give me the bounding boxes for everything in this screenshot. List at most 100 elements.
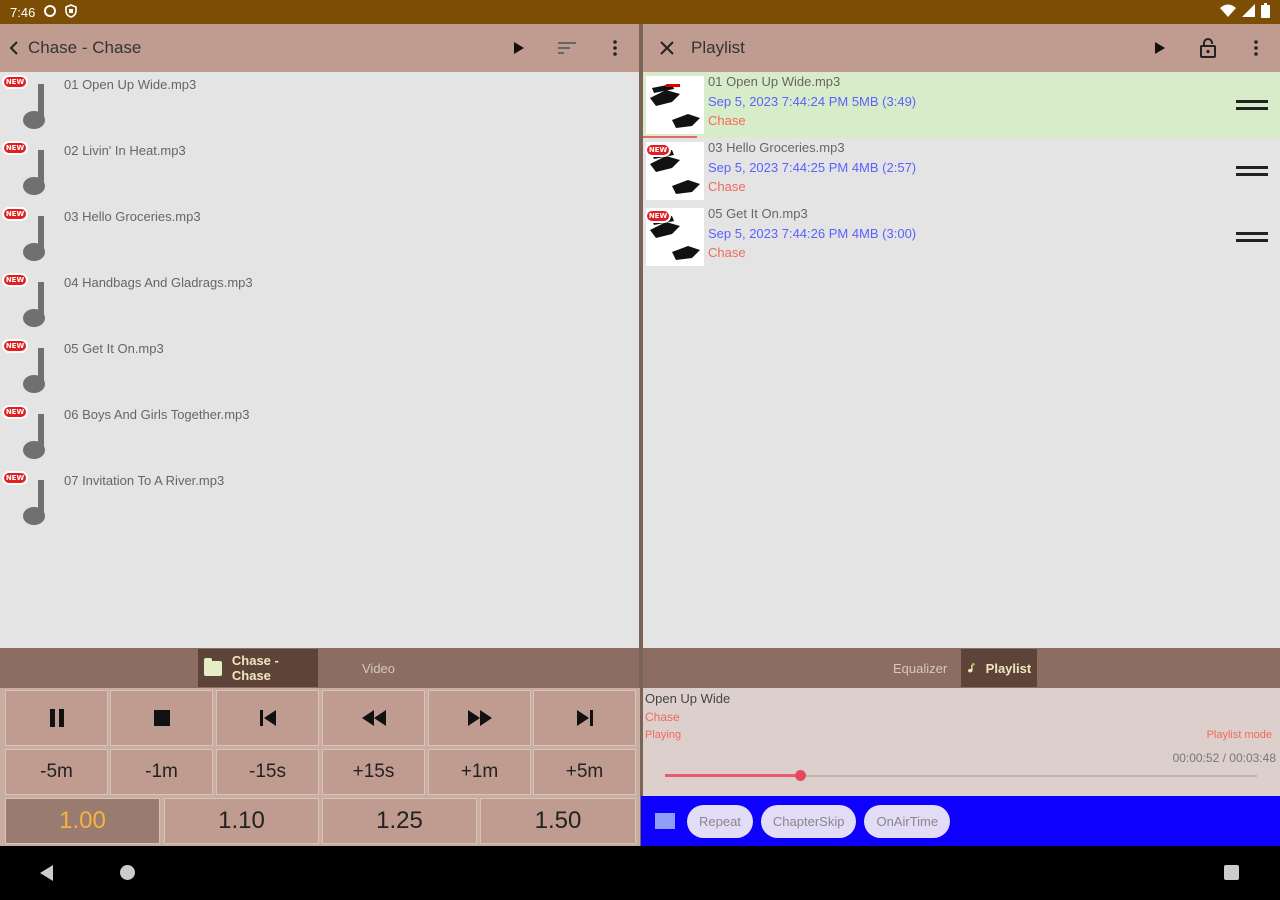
nav-home-icon[interactable]	[120, 865, 135, 880]
list-item[interactable]: NEW 04 Handbags And Gladrags.mp3	[0, 270, 639, 336]
track-name: 05 Get It On.mp3	[64, 341, 164, 356]
tab-label: Equalizer	[893, 660, 948, 676]
playlist-item-current[interactable]: 01 Open Up Wide.mp3 Sep 5, 2023 7:44:24 …	[643, 72, 1280, 138]
music-note-icon	[23, 414, 45, 459]
playlist-track-name: 05 Get It On.mp3	[708, 206, 808, 221]
play-all-button[interactable]	[495, 24, 543, 72]
nav-recents-icon[interactable]	[1224, 865, 1239, 880]
playlist-track-name: 01 Open Up Wide.mp3	[708, 74, 841, 89]
sync-icon	[43, 4, 57, 21]
status-time: 7:46	[10, 4, 36, 20]
tab-playlist[interactable]: Playlist	[961, 649, 1038, 687]
status-bar: 7:46	[0, 0, 1280, 24]
close-icon[interactable]	[643, 24, 691, 72]
music-note-icon	[23, 84, 45, 129]
skip-back-5m-button[interactable]: -5m	[5, 749, 108, 795]
signal-icon	[1242, 4, 1255, 20]
playlist-track-meta: Sep 5, 2023 7:44:26 PM 4MB (3:00)	[708, 226, 917, 241]
toggle-square-icon[interactable]	[655, 813, 675, 829]
playlist-track-meta: Sep 5, 2023 7:44:25 PM 4MB (2:57)	[708, 160, 917, 175]
folder-title: Chase - Chase	[28, 38, 142, 57]
more-vert-icon[interactable]	[1232, 24, 1280, 72]
time-readout: 00:00:52 / 00:03:48	[1172, 751, 1276, 765]
drag-handle-icon[interactable]	[1236, 232, 1268, 244]
new-badge: NEW	[645, 143, 671, 157]
tab-video[interactable]: Video	[356, 649, 401, 687]
playlist-track-artist: Chase	[708, 245, 746, 260]
left-tab-strip: Chase - Chase Video	[0, 648, 639, 688]
skip-forward-1m-button[interactable]: +1m	[428, 749, 531, 795]
sort-button[interactable]	[543, 24, 591, 72]
chapterskip-chip[interactable]: ChapterSkip	[760, 804, 857, 838]
track-name: 02 Livin' In Heat.mp3	[64, 143, 186, 158]
onairtime-chip[interactable]: OnAirTime	[864, 804, 951, 838]
pause-button[interactable]	[5, 690, 108, 746]
battery-icon	[1261, 3, 1270, 21]
back-arrow-icon[interactable]	[0, 24, 28, 72]
speed-button[interactable]: 1.25	[322, 798, 477, 844]
fast-forward-button[interactable]	[428, 690, 531, 746]
speed-button-active[interactable]: 1.00	[5, 798, 160, 844]
folder-toolbar: Chase - Chase	[0, 24, 639, 72]
skip-forward-5m-button[interactable]: +5m	[533, 749, 636, 795]
tab-label: Chase - Chase	[231, 653, 279, 683]
skip-forward-15s-button[interactable]: +15s	[322, 749, 425, 795]
now-playing-title: Open Up Wide	[645, 691, 731, 706]
playlist-item[interactable]: NEW 05 Get It On.mp3 Sep 5, 2023 7:44:26…	[643, 204, 1280, 270]
playlist-pane: Playlist 01 Open Up Wide.mp3 Sep 5, 2023…	[643, 24, 1280, 688]
play-icon	[514, 42, 524, 54]
sort-icon	[558, 42, 576, 54]
playback-status: Playing	[645, 729, 682, 741]
playlist-title: Playlist	[691, 38, 745, 57]
list-item[interactable]: NEW 03 Hello Groceries.mp3	[0, 204, 639, 270]
stop-icon	[153, 710, 170, 726]
speed-button[interactable]: 1.50	[480, 798, 636, 844]
lock-button[interactable]	[1184, 24, 1232, 72]
system-nav-bar	[0, 846, 1280, 900]
tab-label: Playlist	[985, 660, 1032, 676]
stop-button[interactable]	[110, 690, 213, 746]
rewind-icon	[361, 710, 386, 726]
music-note-icon	[23, 282, 45, 327]
list-item[interactable]: NEW 07 Invitation To A River.mp3	[0, 468, 639, 534]
rewind-button[interactable]	[322, 690, 425, 746]
folder-icon	[204, 657, 222, 676]
tab-folder[interactable]: Chase - Chase	[198, 649, 318, 687]
playlist-track-artist: Chase	[708, 113, 746, 128]
fast-forward-icon	[467, 710, 492, 726]
next-button[interactable]	[533, 690, 636, 746]
playlist-item[interactable]: NEW 03 Hello Groceries.mp3 Sep 5, 2023 7…	[643, 138, 1280, 204]
tab-equalizer[interactable]: Equalizer	[887, 649, 953, 687]
speed-button[interactable]: 1.10	[164, 798, 319, 844]
track-name: 03 Hello Groceries.mp3	[64, 209, 201, 224]
playlist-toolbar: Playlist	[643, 24, 1280, 72]
list-item[interactable]: NEW 02 Livin' In Heat.mp3	[0, 138, 639, 204]
new-badge: NEW	[2, 75, 28, 89]
lock-open-icon	[1200, 38, 1216, 58]
list-item[interactable]: NEW 06 Boys And Girls Together.mp3	[0, 402, 639, 468]
seek-thumb[interactable]	[795, 770, 806, 781]
play-icon	[1155, 42, 1165, 54]
playlist-track-name: 03 Hello Groceries.mp3	[708, 140, 845, 155]
skip-back-1m-button[interactable]: -1m	[110, 749, 213, 795]
playlist-track-artist: Chase	[708, 179, 746, 194]
nav-back-icon[interactable]	[40, 865, 53, 881]
list-item[interactable]: NEW 05 Get It On.mp3	[0, 336, 639, 402]
track-list: NEW 01 Open Up Wide.mp3 NEW 02 Livin' In…	[0, 72, 639, 534]
repeat-chip[interactable]: Repeat	[687, 804, 753, 838]
skip-back-15s-button[interactable]: -15s	[216, 749, 319, 795]
skip-previous-icon	[259, 710, 276, 726]
new-badge: NEW	[2, 339, 28, 353]
drag-handle-icon[interactable]	[1236, 166, 1268, 178]
music-note-icon	[23, 150, 45, 195]
music-note-icon	[23, 348, 45, 393]
previous-button[interactable]	[216, 690, 319, 746]
drag-handle-icon[interactable]	[1236, 100, 1268, 112]
play-playlist-button[interactable]	[1136, 24, 1184, 72]
music-note-icon	[23, 480, 45, 525]
playback-controls: -5m -1m -15s +15s +1m +5m 1.00 1.10 1.25…	[0, 688, 640, 846]
more-vert-icon[interactable]	[591, 24, 639, 72]
new-badge: NEW	[2, 471, 28, 485]
list-item[interactable]: NEW 01 Open Up Wide.mp3	[0, 72, 639, 138]
skip-next-icon	[576, 710, 593, 726]
